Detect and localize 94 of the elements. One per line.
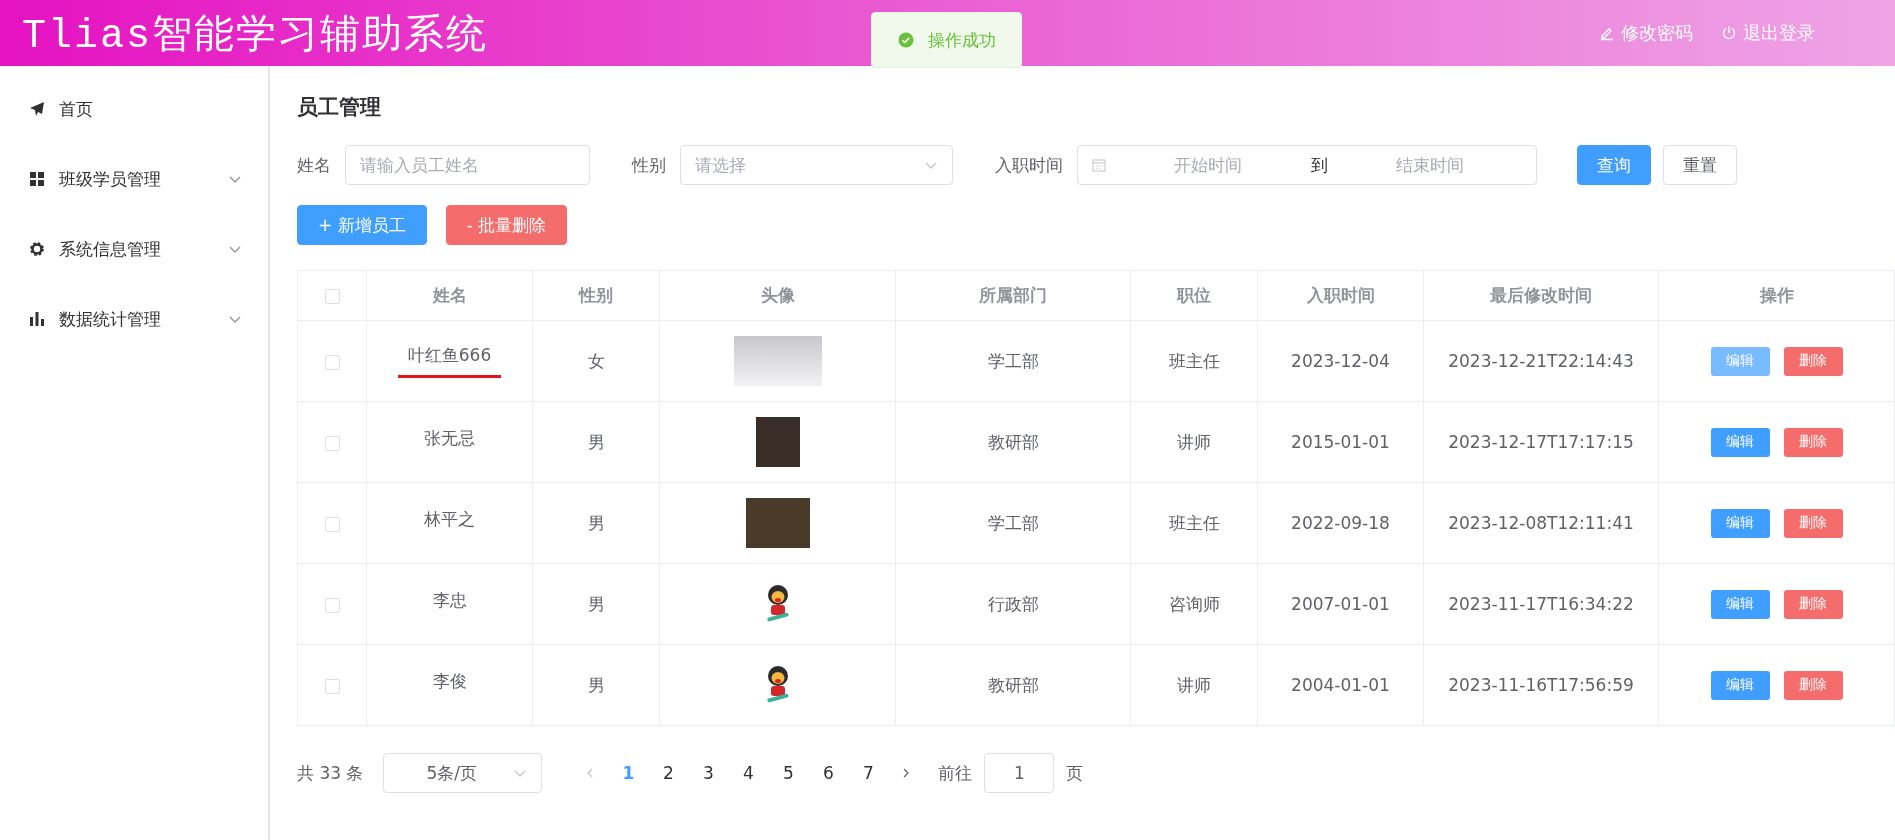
table-cell: 2023-12-04 xyxy=(1291,351,1390,371)
column-header: 所属部门 xyxy=(895,270,1131,321)
table-cell: 教研部 xyxy=(987,431,1039,452)
table-cell: 男 xyxy=(587,512,605,533)
delete-button[interactable]: 删除 xyxy=(1783,346,1843,376)
delete-button[interactable]: 删除 xyxy=(1783,508,1843,538)
gender-select[interactable]: 请选择 xyxy=(680,145,953,185)
add-button[interactable]: + 新增员工 xyxy=(297,205,427,245)
search-button[interactable]: 查询 xyxy=(1577,145,1651,185)
table-cell: 学工部 xyxy=(987,512,1039,533)
name-input[interactable]: 请输入员工姓名 xyxy=(345,145,590,185)
app-title: Tlias智能学习辅助系统 xyxy=(22,12,489,61)
sidebar-item[interactable]: 首页 xyxy=(0,74,268,144)
page-number[interactable]: 5 xyxy=(768,763,809,783)
table-cell: 2007-01-01 xyxy=(1291,594,1390,614)
table-cell: 男 xyxy=(587,593,605,614)
photo-placeholder xyxy=(745,498,810,548)
edit-button[interactable]: 编辑 xyxy=(1710,508,1770,538)
page-title: 员工管理 xyxy=(297,94,382,121)
table-cell: 女 xyxy=(587,350,605,371)
table-cell: 2023-12-21T22:14:43 xyxy=(1448,351,1634,371)
table-cell: 2022-09-18 xyxy=(1291,513,1390,533)
delete-button[interactable]: 删除 xyxy=(1783,589,1843,619)
table-cell: 咨询师 xyxy=(1168,593,1220,614)
table-cell: 2015-01-01 xyxy=(1291,432,1390,452)
checkbox[interactable] xyxy=(324,516,340,532)
page-number[interactable]: 3 xyxy=(688,763,729,783)
checkbox[interactable] xyxy=(324,435,340,451)
table-cell: 2004-01-01 xyxy=(1291,675,1390,695)
total-count: 共 33 条 xyxy=(297,761,364,785)
column-header: 入职时间 xyxy=(1257,270,1424,321)
column-header: 职位 xyxy=(1130,270,1258,321)
column-header: 操作 xyxy=(1658,270,1895,321)
page-number[interactable]: 4 xyxy=(728,763,769,783)
photo-placeholder xyxy=(755,417,800,467)
table-cell: 2023-11-17T16:34:22 xyxy=(1448,594,1634,614)
calendar-icon xyxy=(1092,158,1106,172)
power-icon xyxy=(1721,25,1737,41)
field-label: 姓名 xyxy=(297,153,331,177)
table-cell: 2023-11-16T17:56:59 xyxy=(1448,675,1634,695)
table-cell-text: 张无忌 xyxy=(423,426,476,450)
checkbox[interactable] xyxy=(324,354,340,370)
table-cell: 男 xyxy=(587,674,605,695)
table-cell: 学工部 xyxy=(987,350,1039,371)
check-circle-icon xyxy=(897,32,914,48)
sidebar-item[interactable]: 系统信息管理 xyxy=(0,214,268,284)
column-header: 性别 xyxy=(532,270,660,321)
column-header: 最后修改时间 xyxy=(1423,270,1659,321)
field-label: 性别 xyxy=(632,153,666,177)
goto-label: 前往 xyxy=(938,761,973,785)
table-cell: 讲师 xyxy=(1177,674,1211,695)
header-link[interactable]: 修改密码 xyxy=(1599,21,1693,45)
delete-button[interactable]: 删除 xyxy=(1783,670,1843,700)
page-size-select[interactable]: 5条/页 xyxy=(383,753,543,793)
field-label: 入职时间 xyxy=(995,153,1063,177)
table-cell-text: 林平之 xyxy=(423,507,476,531)
table-cell-text: 李俊 xyxy=(431,669,468,693)
delete-button[interactable]: 删除 xyxy=(1783,427,1843,457)
page-number[interactable]: 1 xyxy=(608,763,649,783)
table-cell: 班主任 xyxy=(1168,350,1220,371)
grid-icon xyxy=(29,171,45,187)
bar-chart-icon xyxy=(29,311,45,327)
toast-message: 操作成功 xyxy=(927,28,996,52)
table-cell-text: 李忠 xyxy=(431,588,468,612)
table-cell: 班主任 xyxy=(1168,512,1220,533)
checkbox[interactable] xyxy=(324,289,340,304)
page-number[interactable]: 7 xyxy=(848,763,889,783)
page-input[interactable]: 1 xyxy=(984,753,1055,793)
edit-button[interactable]: 编辑 xyxy=(1710,589,1770,619)
checkbox[interactable] xyxy=(324,597,340,613)
edit-button[interactable]: 编辑 xyxy=(1710,346,1770,376)
batch-delete-button[interactable]: - 批量删除 xyxy=(445,205,568,245)
sidebar-item[interactable]: 数据统计管理 xyxy=(0,284,268,354)
table-cell: 2023-12-08T12:11:41 xyxy=(1448,513,1634,533)
checkbox[interactable] xyxy=(324,678,340,694)
header-link[interactable]: 退出登录 xyxy=(1721,21,1815,45)
paper-plane-icon xyxy=(29,101,45,117)
sidebar-item[interactable]: 班级学员管理 xyxy=(0,144,268,214)
table-cell: 2023-12-17T17:17:15 xyxy=(1448,432,1634,452)
column-header: 头像 xyxy=(659,270,896,321)
date-range-picker[interactable]: 开始时间 到 结束时间 xyxy=(1077,145,1537,185)
page-number[interactable]: 6 xyxy=(808,763,849,783)
page-suffix: 页 xyxy=(1066,761,1084,785)
page-number[interactable]: 2 xyxy=(648,763,689,783)
table-cell: 讲师 xyxy=(1177,431,1211,452)
reset-button[interactable]: 重置 xyxy=(1663,145,1737,185)
edit-button[interactable]: 编辑 xyxy=(1710,670,1770,700)
edit-button[interactable]: 编辑 xyxy=(1710,427,1770,457)
table-cell: 行政部 xyxy=(987,593,1039,614)
column-header: 姓名 xyxy=(366,270,533,321)
table-cell: 男 xyxy=(587,431,605,452)
table-cell: 教研部 xyxy=(987,674,1039,695)
gear-icon xyxy=(29,241,45,257)
table-cell: 叶红鱼666 xyxy=(397,344,502,378)
